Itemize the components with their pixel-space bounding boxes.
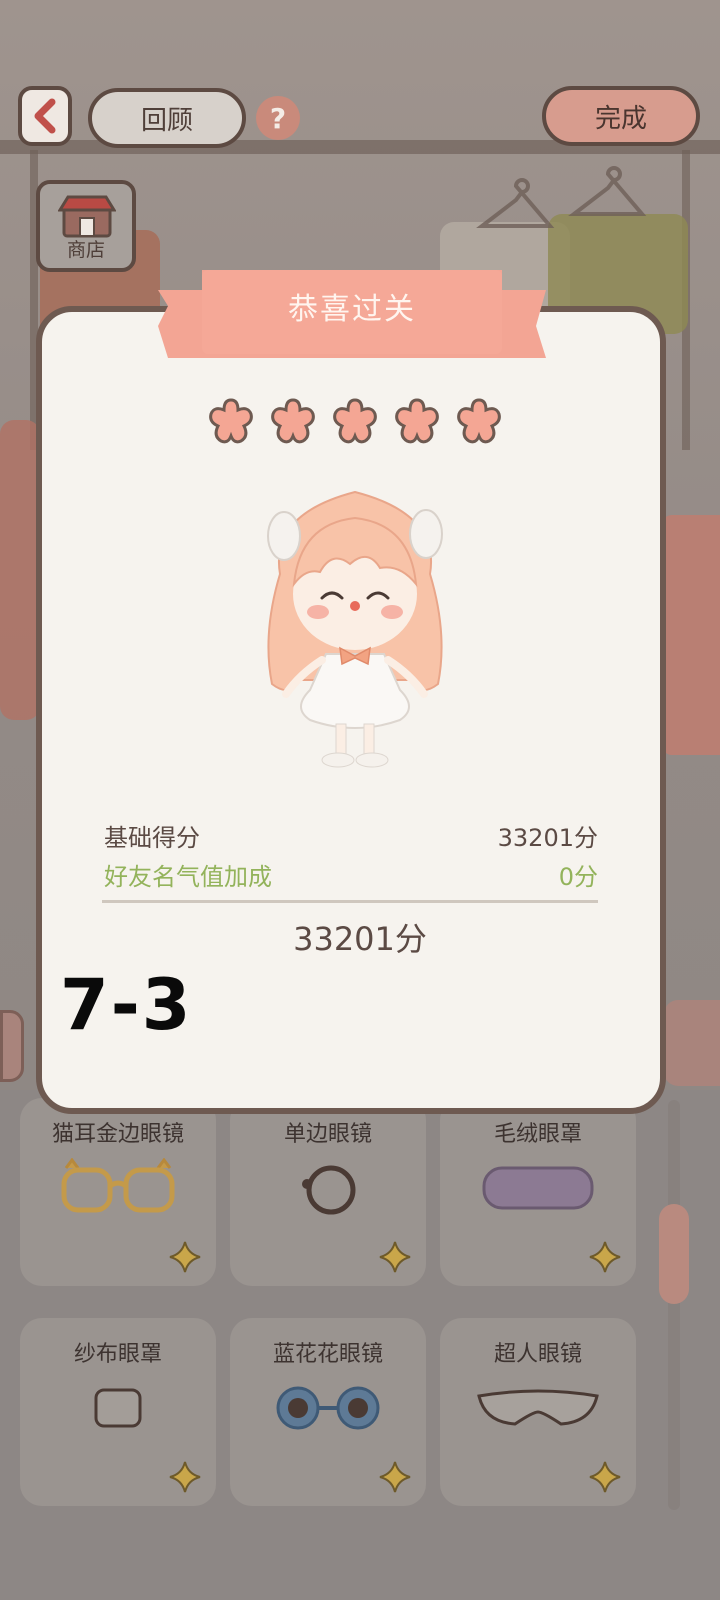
friend-bonus-value: 0分 bbox=[558, 863, 598, 891]
review-label: 回顾 bbox=[140, 105, 193, 136]
item-label: 猫耳金边眼镜 bbox=[51, 1122, 184, 1147]
hanger-icon bbox=[568, 166, 647, 216]
sparkle-icon bbox=[589, 1241, 621, 1273]
item-label: 纱布眼罩 bbox=[73, 1342, 162, 1367]
dialog-title: 恭喜过关 bbox=[288, 292, 416, 327]
side-panel-decor bbox=[662, 515, 720, 755]
shop-button[interactable]: 商店 bbox=[36, 180, 136, 272]
base-score-label: 基础得分 bbox=[104, 824, 200, 852]
pink-garment-left bbox=[0, 420, 40, 720]
item-card-blue-flower-glasses[interactable]: 蓝花花眼镜 bbox=[230, 1318, 426, 1506]
category-tab-right[interactable] bbox=[664, 1000, 720, 1086]
shop-icon bbox=[58, 195, 116, 238]
item-card-gauze-eye-patch[interactable]: 纱布眼罩 bbox=[20, 1318, 216, 1506]
item-label: 毛绒眼罩 bbox=[493, 1122, 582, 1147]
item-card-plush-eye-mask[interactable]: 毛绒眼罩 bbox=[440, 1098, 636, 1286]
flower-star-icon bbox=[395, 398, 439, 444]
scrollbar-track[interactable] bbox=[668, 1100, 680, 1510]
score-divider bbox=[102, 900, 598, 903]
flower-star-icon bbox=[209, 398, 253, 444]
item-label: 单边眼镜 bbox=[283, 1122, 372, 1147]
sparkle-icon bbox=[169, 1461, 201, 1493]
gauze-eye-patch-icon bbox=[94, 1388, 142, 1428]
sparkle-icon bbox=[589, 1461, 621, 1493]
monocle-icon bbox=[302, 1165, 356, 1215]
back-button[interactable] bbox=[18, 86, 72, 146]
scrollbar-thumb[interactable] bbox=[659, 1204, 689, 1304]
friend-bonus-label: 好友名气值加成 bbox=[104, 863, 272, 891]
item-label: 蓝花花眼镜 bbox=[272, 1342, 383, 1367]
shop-label: 商店 bbox=[66, 239, 105, 261]
flower-star-icon bbox=[333, 398, 377, 444]
sparkle-icon bbox=[379, 1241, 411, 1273]
friend-bonus-row: 好友名气值加成 0分 bbox=[104, 857, 598, 892]
item-label: 超人眼镜 bbox=[493, 1342, 582, 1367]
review-button[interactable]: 回顾 bbox=[88, 88, 246, 148]
item-card-monocle[interactable]: 单边眼镜 bbox=[230, 1098, 426, 1286]
hanger-icon bbox=[476, 178, 555, 228]
chevron-left-icon bbox=[34, 98, 56, 134]
done-button[interactable]: 完成 bbox=[542, 86, 700, 146]
done-label: 完成 bbox=[594, 103, 647, 134]
sparkle-icon bbox=[379, 1461, 411, 1493]
level-overlay-text: 7-3 bbox=[60, 964, 193, 1046]
help-icon[interactable]: ? bbox=[256, 96, 300, 140]
item-card-superhero-mask[interactable]: 超人眼镜 bbox=[440, 1318, 636, 1506]
cat-ear-glasses-icon bbox=[61, 1158, 175, 1213]
item-card-cat-ear-glasses[interactable]: 猫耳金边眼镜 bbox=[20, 1098, 216, 1286]
star-rating bbox=[205, 396, 505, 446]
flower-star-icon bbox=[457, 398, 501, 444]
plush-eye-mask-icon bbox=[482, 1166, 594, 1210]
base-score-value: 33201分 bbox=[497, 824, 598, 852]
base-score-row: 基础得分 33201分 bbox=[104, 818, 598, 853]
flower-star-icon bbox=[271, 398, 315, 444]
blue-flower-glasses-icon bbox=[276, 1386, 380, 1430]
superhero-mask-icon bbox=[477, 1389, 599, 1426]
sparkle-icon bbox=[169, 1241, 201, 1273]
character-avatar bbox=[267, 490, 443, 768]
category-tab-left[interactable] bbox=[0, 1010, 24, 1082]
total-score: 33201分 bbox=[293, 920, 427, 958]
